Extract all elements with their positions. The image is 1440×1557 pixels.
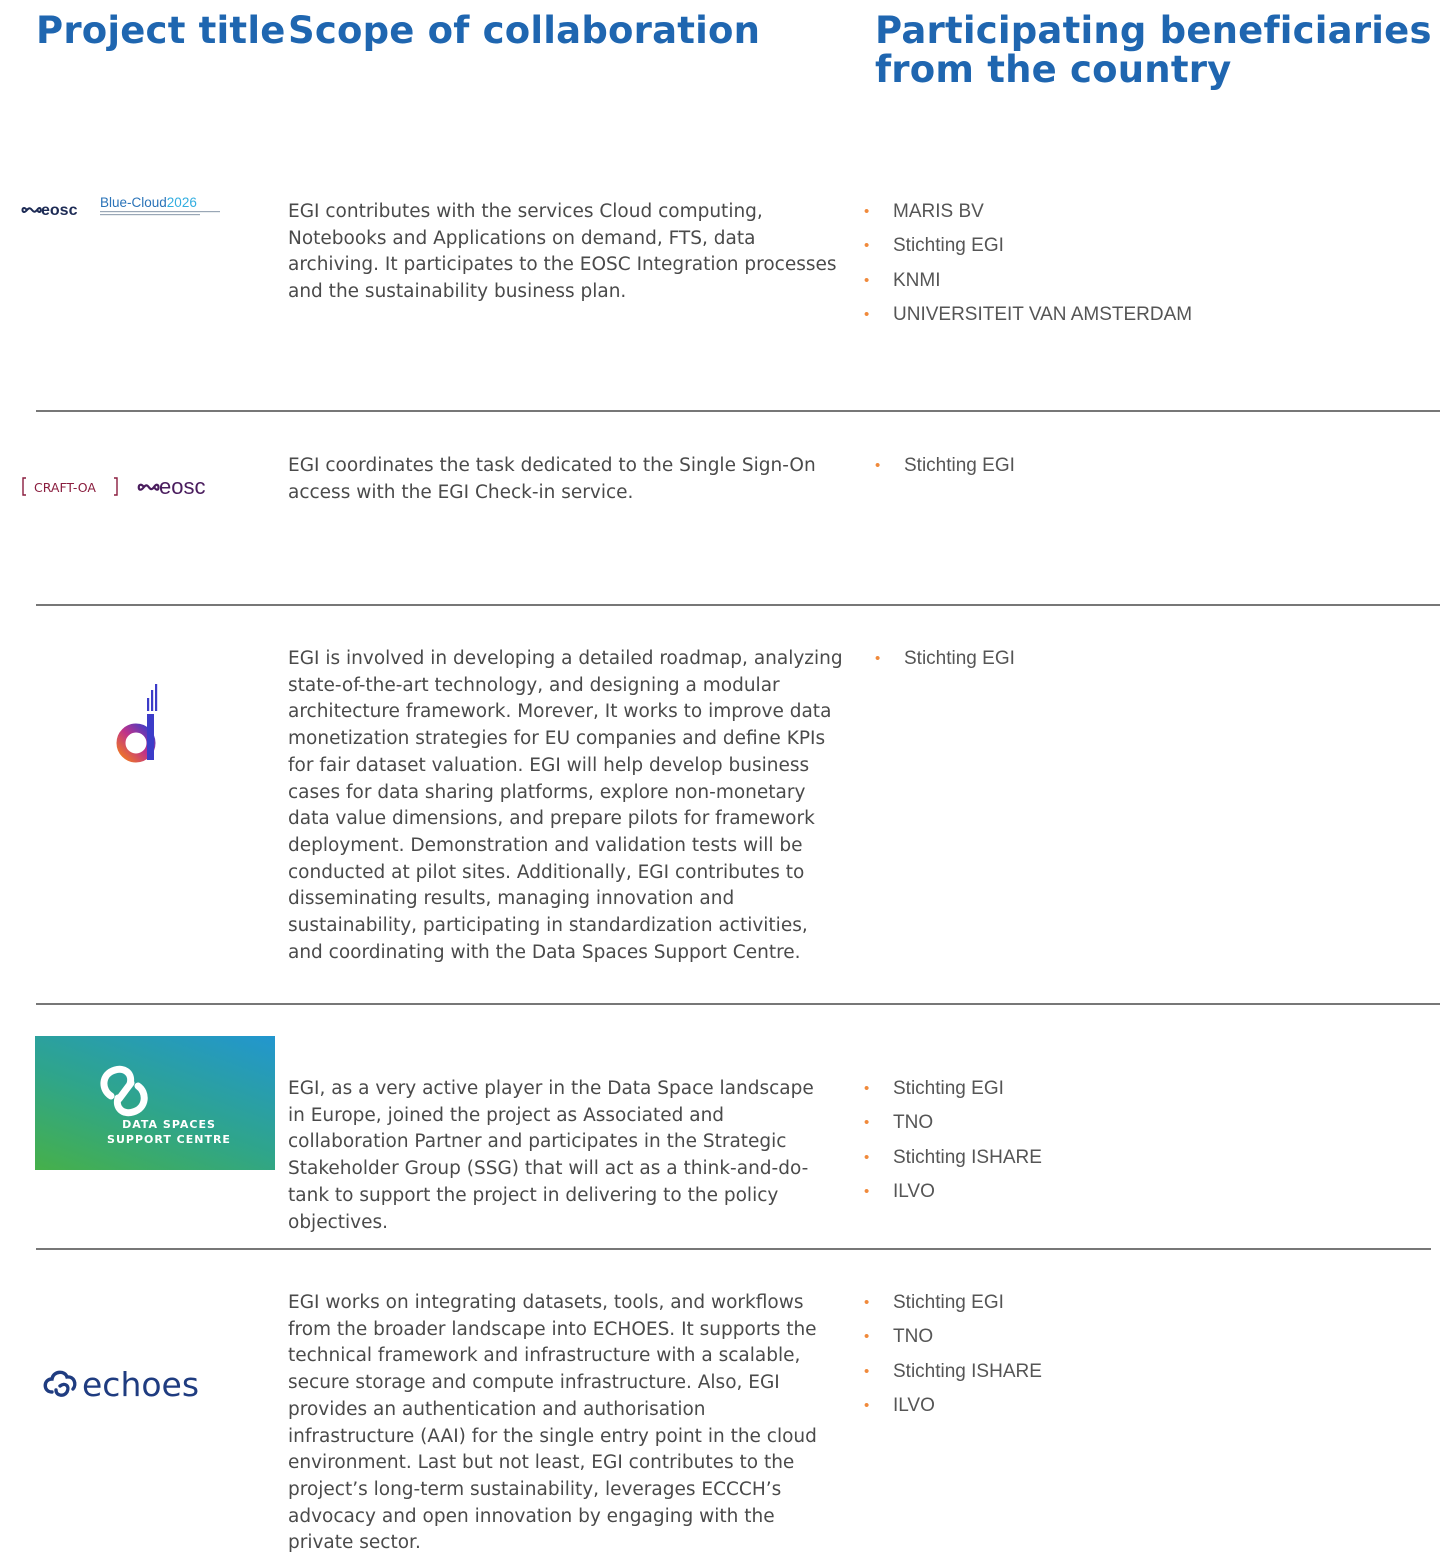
beneficiary-item: • TNO xyxy=(864,1106,1042,1140)
header-beneficiaries-line1: Participating beneficiaries xyxy=(875,9,1432,52)
bullet-icon: • xyxy=(875,650,881,667)
beneficiary-item: • MARIS BV xyxy=(864,195,1192,229)
eosc-wordmark: eosc xyxy=(159,474,205,499)
bullet-icon: • xyxy=(875,457,881,474)
beneficiary-item: • UNIVERSITEIT VAN AMSTERDAM xyxy=(864,298,1192,332)
dssc-logo-graphic: DATA SPACES SUPPORT CENTRE xyxy=(100,1065,231,1146)
beneficiary-item: • Stichting EGI xyxy=(864,1286,1042,1320)
beneficiaries-list: • Stichting EGI xyxy=(875,642,1015,676)
beneficiary-item: • TNO xyxy=(864,1320,1042,1354)
beneficiary-name: MARIS BV xyxy=(893,201,984,222)
beneficiaries-list: • Stichting EGI • TNO • Stichting ISHARE • I… xyxy=(864,1286,1042,1423)
beneficiary-name: Stichting ISHARE xyxy=(893,1360,1042,1382)
bullet-icon: • xyxy=(864,1294,870,1311)
beneficiary-item: • ILVO xyxy=(864,1175,1042,1209)
header-project-title: Project title xyxy=(36,9,286,52)
craftoa-eosc-logo-graphic: CRAFT-OA eosc xyxy=(22,474,205,499)
echoes-logo: echoes xyxy=(40,1362,250,1406)
beneficiary-item: • Stichting EGI xyxy=(864,1072,1042,1106)
bluecloud-blue-text: Blue-Cloud xyxy=(100,195,167,210)
bluecloud-wordmark: Blue-Cloud2026 xyxy=(100,195,197,210)
bullet-icon: • xyxy=(864,1080,870,1097)
row-divider xyxy=(36,1003,1440,1005)
dssc-link-icon xyxy=(100,1065,148,1117)
bullet-icon: • xyxy=(864,1362,870,1380)
beneficiary-name: Stichting EGI xyxy=(893,1078,1004,1099)
dssc-line1: DATA SPACES xyxy=(122,1118,216,1131)
bullet-icon: • xyxy=(864,1396,870,1414)
beneficiary-name: UNIVERSITEIT VAN AMSTERDAM xyxy=(893,303,1193,325)
bullet-icon: • xyxy=(864,237,870,255)
header-beneficiaries-line2: from the country xyxy=(875,48,1232,91)
beneficiaries-list: • Stichting EGI xyxy=(875,449,1015,483)
bullet-icon: • xyxy=(864,305,870,323)
beneficiary-name: Stichting EGI xyxy=(904,455,1015,476)
beneficiary-name: Stichting EGI xyxy=(893,1292,1004,1313)
row-divider xyxy=(36,1248,1431,1250)
eosc-infinity-icon: eosc Blue-Cloud2026 xyxy=(21,195,220,219)
bullet-icon: • xyxy=(864,1114,870,1132)
dssc-line2: SUPPORT CENTRE xyxy=(107,1133,231,1146)
beneficiaries-list: • MARIS BV • Stichting EGI • KNMI • UNIVERSI… xyxy=(864,195,1192,332)
dssc-logo: DATA SPACES SUPPORT CENTRE xyxy=(35,1036,275,1170)
beneficiary-item: • Stichting EGI xyxy=(864,229,1192,263)
header-beneficiaries: Participating beneficiaries from the cou… xyxy=(875,11,1432,89)
scope-text: EGI works on integrating datasets, tools… xyxy=(288,1292,817,1554)
beneficiary-name: KNMI xyxy=(893,269,941,291)
beneficiary-item: • Stichting ISHARE xyxy=(864,1355,1042,1389)
beneficiaries-list: • Stichting EGI • TNO • Stichting ISHARE • I… xyxy=(864,1072,1042,1209)
craftoa-eosc-logo: CRAFT-OA eosc xyxy=(20,470,235,502)
craftoa-wordmark: CRAFT-OA xyxy=(34,480,96,495)
scope-text: EGI, as a very active player in the Data… xyxy=(288,1078,814,1233)
beneficiary-name: Stichting ISHARE xyxy=(893,1146,1042,1168)
echoes-cloud-icon xyxy=(43,1370,77,1397)
scope-text: EGI contributes with the services Cloud … xyxy=(288,201,837,303)
beneficiary-name: ILVO xyxy=(893,1180,935,1202)
beneficiary-item: • Stichting ISHARE xyxy=(864,1141,1042,1175)
beneficiary-item: • Stichting EGI xyxy=(875,642,1015,676)
eosc-bluecloud-logo: eosc Blue-Cloud2026 xyxy=(18,192,228,226)
scope-text: EGI coordinates the task dedicated to th… xyxy=(288,455,816,503)
echoes-wordmark: echoes xyxy=(82,1365,199,1404)
d-gradient-icon xyxy=(116,684,158,763)
bluecloud-tagline-line xyxy=(100,211,220,213)
scope-text: EGI is involved in developing a detailed… xyxy=(288,648,843,963)
bullet-icon: • xyxy=(864,203,870,220)
beneficiary-item: • Stichting EGI xyxy=(875,449,1015,483)
beneficiary-item: • ILVO xyxy=(864,1389,1042,1423)
beneficiary-name: TNO xyxy=(893,1326,934,1348)
bullet-icon: • xyxy=(864,1148,870,1166)
beneficiary-name: TNO xyxy=(893,1112,934,1134)
beneficiary-name: Stichting EGI xyxy=(893,235,1004,257)
eosc-infinity-icon xyxy=(137,483,160,491)
d-gradient-logo xyxy=(112,684,162,766)
bluecloud-tagline-line xyxy=(100,214,200,216)
echoes-logo-graphic: echoes xyxy=(43,1365,199,1404)
bullet-icon: • xyxy=(864,1182,870,1200)
bullet-icon: • xyxy=(864,271,870,289)
bluecloud-year-text: 2026 xyxy=(167,195,197,210)
header-scope: Scope of collaboration xyxy=(288,9,761,52)
beneficiary-name: ILVO xyxy=(893,1394,935,1416)
row-divider xyxy=(36,410,1440,412)
row-divider xyxy=(36,604,1440,606)
beneficiary-name: Stichting EGI xyxy=(904,648,1015,669)
bullet-icon: • xyxy=(864,1328,870,1346)
beneficiary-item: • KNMI xyxy=(864,264,1192,298)
eosc-wordmark: eosc xyxy=(41,202,78,219)
